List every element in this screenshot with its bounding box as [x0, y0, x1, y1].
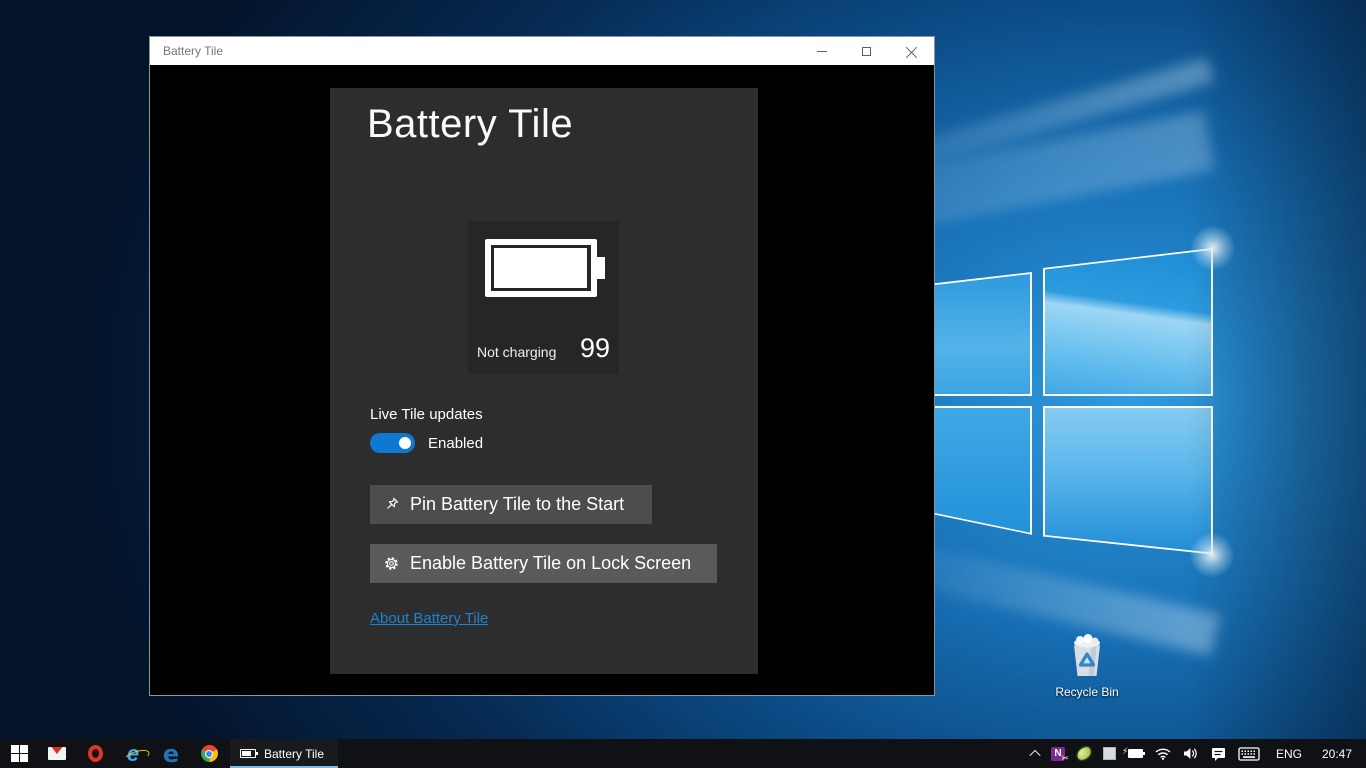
touch-keyboard-icon: [1238, 747, 1260, 761]
leaf-icon: [1076, 746, 1093, 761]
battery-level-fill: [494, 248, 587, 288]
lock-button-label: Enable Battery Tile on Lock Screen: [410, 553, 691, 574]
tray-leaf-app[interactable]: [1071, 739, 1097, 768]
taskbar-opera-button[interactable]: [76, 739, 114, 768]
close-icon: [906, 45, 918, 57]
taskbar-chrome-button[interactable]: [190, 739, 228, 768]
maximize-icon: [862, 47, 871, 56]
battery-plugged-icon: ⚡: [1128, 749, 1143, 758]
tray-battery[interactable]: ⚡: [1122, 739, 1149, 768]
tray-touch-keyboard[interactable]: [1232, 739, 1266, 768]
pin-to-start-button[interactable]: Pin Battery Tile to the Start: [370, 485, 652, 524]
volume-icon: [1183, 747, 1199, 760]
windows-start-icon: [11, 745, 28, 762]
pin-icon: [382, 495, 401, 514]
feedback-chat-icon: [1211, 747, 1226, 761]
battery-tile-window: Battery Tile Battery Tile Not charging 9…: [149, 36, 935, 696]
taskbar-battery-tile-button[interactable]: Battery Tile: [230, 739, 338, 768]
minimize-button[interactable]: [799, 37, 844, 65]
pin-button-label: Pin Battery Tile to the Start: [410, 494, 624, 515]
taskbar-mail-button[interactable]: [38, 739, 76, 768]
wallpaper-logo-pane-top-left: [925, 272, 1032, 396]
live-tile-toggle[interactable]: [370, 433, 415, 453]
wallpaper-shade: [1186, 0, 1366, 768]
tray-window-app[interactable]: [1097, 739, 1122, 768]
about-link[interactable]: About Battery Tile: [370, 610, 488, 627]
tray-nimbus-capture[interactable]: N✂: [1045, 739, 1071, 768]
window-title: Battery Tile: [150, 44, 799, 58]
language-indicator[interactable]: ENG: [1266, 747, 1312, 761]
recycle-bin-label: Recycle Bin: [1050, 685, 1124, 699]
hidden-icons-button[interactable]: [1025, 739, 1045, 768]
wallpaper-logo-pane-bottom-left: [925, 406, 1032, 536]
wifi-icon: [1155, 747, 1171, 760]
battery-percent: 99: [580, 333, 610, 364]
battery-nub: [597, 257, 605, 279]
taskbar-app-label: Battery Tile: [264, 747, 324, 761]
opera-icon: [88, 745, 103, 762]
gear-icon: [382, 554, 401, 573]
tray-network[interactable]: [1149, 739, 1177, 768]
battery-tile-app-icon: [240, 749, 256, 758]
tray-volume[interactable]: [1177, 739, 1205, 768]
page-title: Battery Tile: [367, 102, 573, 147]
battery-tile-preview: Not charging 99: [468, 221, 619, 374]
nimbus-capture-icon: N✂: [1051, 747, 1065, 761]
edge-icon: e: [163, 744, 179, 764]
scissors-icon: ✂: [1061, 752, 1069, 765]
mail-icon: [48, 747, 66, 760]
taskbar-internet-explorer-button[interactable]: e: [114, 739, 152, 768]
enable-on-lock-screen-button[interactable]: Enable Battery Tile on Lock Screen: [370, 544, 717, 583]
minimize-icon: [817, 51, 827, 52]
window-square-icon: [1103, 747, 1116, 760]
desktop: Recycle Bin Battery Tile Battery Tile No…: [0, 0, 1366, 768]
maximize-button[interactable]: [844, 37, 889, 65]
window-titlebar[interactable]: Battery Tile: [150, 37, 934, 65]
tray-feedback[interactable]: [1205, 739, 1232, 768]
recycle-bin[interactable]: Recycle Bin: [1050, 634, 1124, 699]
app-content-panel: Battery Tile Not charging 99 Live Tile u…: [330, 88, 758, 674]
recycle-bin-icon: [1067, 634, 1107, 678]
live-tile-updates-label: Live Tile updates: [370, 406, 483, 423]
internet-explorer-icon: e: [127, 744, 139, 764]
close-button[interactable]: [889, 37, 934, 65]
chrome-icon: [201, 745, 218, 762]
taskbar-clock[interactable]: 20:47: [1312, 747, 1366, 761]
toggle-knob: [399, 437, 411, 449]
toggle-state-label: Enabled: [428, 435, 483, 452]
battery-status-text: Not charging: [477, 344, 556, 360]
battery-icon: [485, 239, 597, 297]
taskbar-edge-button[interactable]: e: [152, 739, 190, 768]
start-button[interactable]: [0, 739, 38, 768]
taskbar: e e Battery Tile N✂ ⚡: [0, 739, 1366, 768]
chevron-up-icon: [1029, 749, 1040, 760]
